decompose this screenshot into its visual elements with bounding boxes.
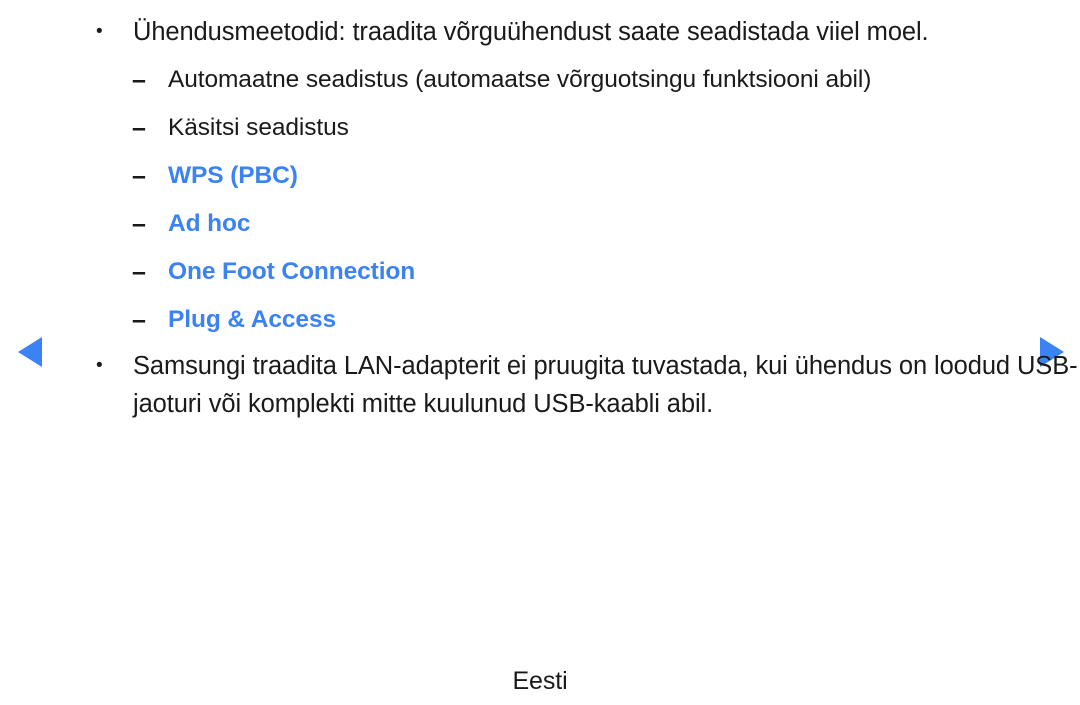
dash-marker: – [132, 258, 146, 286]
list-item-ad-hoc[interactable]: – Ad hoc [0, 200, 1080, 248]
dash-marker: – [132, 162, 146, 190]
dash-marker: – [132, 66, 146, 94]
note-section: • Samsungi traadita LAN-adapterit ei pru… [0, 347, 1080, 423]
list-item-one-foot-connection[interactable]: – One Foot Connection [0, 248, 1080, 296]
bullet-marker: • [96, 21, 103, 42]
list-item: – Automaatne seadistus (automaatse võrgu… [0, 56, 1080, 104]
list-item-label: Ad hoc [168, 210, 251, 237]
list-item: • Ühendusmeetodid: traadita võrguühendus… [0, 13, 1080, 51]
list-item-label: Automaatne seadistus (automaatse võrguot… [168, 66, 872, 93]
list-item-wps-pbc[interactable]: – WPS (PBC) [0, 152, 1080, 200]
page-footer-language: Eesti [512, 667, 568, 695]
list-item-label: Plug & Access [168, 306, 336, 333]
dash-marker: – [132, 306, 146, 334]
intro-section: • Ühendusmeetodid: traadita võrguühendus… [0, 13, 1080, 51]
list-item-label: Käsitsi seadistus [168, 114, 349, 141]
list-item: • Samsungi traadita LAN-adapterit ei pru… [0, 347, 1080, 423]
dash-marker: – [132, 114, 146, 142]
connection-methods-list: – Automaatne seadistus (automaatse võrgu… [0, 56, 1080, 344]
list-item-label: WPS (PBC) [168, 162, 298, 189]
list-item-label: One Foot Connection [168, 258, 416, 285]
list-item: – Käsitsi seadistus [0, 104, 1080, 152]
bullet-marker: • [96, 355, 103, 376]
list-item-label: Samsungi traadita LAN-adapterit ei pruug… [133, 352, 1078, 418]
dash-marker: – [132, 210, 146, 238]
list-item-label: Ühendusmeetodid: traadita võrguühendust … [133, 18, 929, 46]
manual-page: • Ühendusmeetodid: traadita võrguühendus… [0, 0, 1080, 705]
list-item-plug-and-access[interactable]: – Plug & Access [0, 296, 1080, 344]
